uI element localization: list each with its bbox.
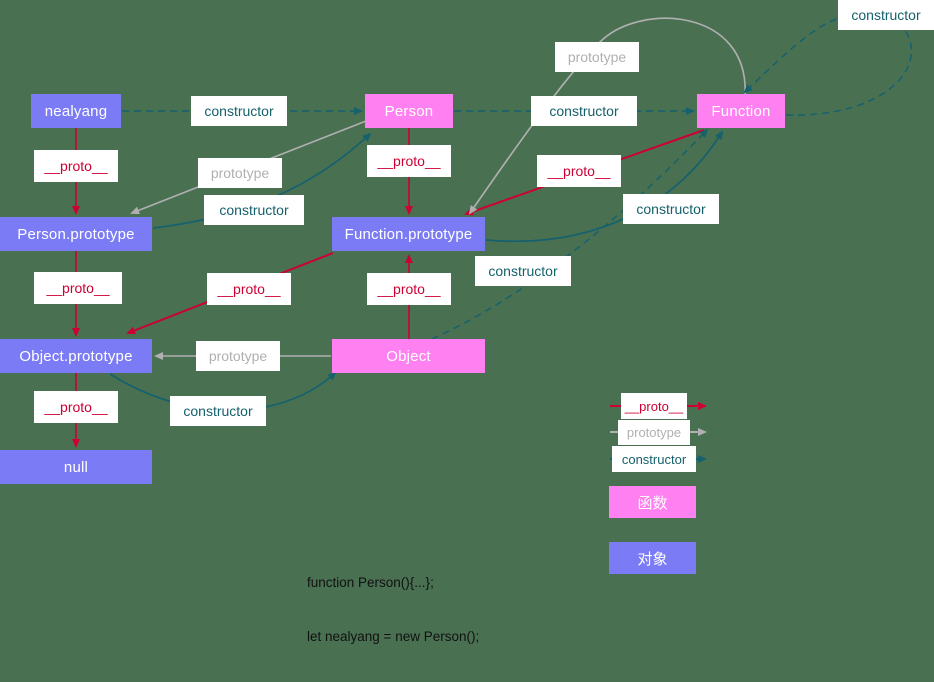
edge-label-constructor: constructor [531,96,637,126]
edge-label-text: constructor [636,201,706,217]
legend-box-object: 对象 [609,542,696,574]
edge-label-text: prototype [208,348,268,364]
edge-label-text: __proto__ [377,281,441,297]
node-object-prototype[interactable]: Object.prototype [0,339,152,373]
legend-label-proto: __proto__ [621,393,687,419]
edge-label-text: prototype [210,165,270,181]
node-label: Object [386,347,431,365]
code-line-2: let nealyang = new Person(); [307,629,480,644]
edge-label-constructor: constructor [475,256,571,286]
node-label: Object.prototype [19,347,133,365]
code-caption: function Person(){...}; let nealyang = n… [307,538,479,682]
edge-label-constructor: constructor [191,96,287,126]
node-label: Person [384,102,434,120]
legend-label-constructor: constructor [612,446,696,472]
edge-label-text: __proto__ [217,281,281,297]
edge-label-prototype: prototype [555,42,639,72]
edge-label-proto: __proto__ [367,273,451,305]
node-label: Function.prototype [344,225,473,243]
edge-label-text: __proto__ [46,280,110,296]
edge-label-proto: __proto__ [367,145,451,177]
edge-label-proto: __proto__ [34,150,118,182]
legend-box-label: 函数 [637,494,668,512]
edge-label-text: constructor [219,202,289,218]
edge-label-constructor: constructor [204,195,304,225]
node-person-prototype[interactable]: Person.prototype [0,217,152,251]
edge-label-proto: __proto__ [207,273,291,305]
node-function-prototype[interactable]: Function.prototype [332,217,485,251]
node-nealyang[interactable]: nealyang [31,94,121,128]
edge-label-constructor: constructor [838,0,934,30]
legend-box-label: 对象 [637,550,668,568]
node-label: nealyang [44,102,108,120]
edge-label-text: prototype [567,49,627,65]
legend-box-function: 函数 [609,486,696,518]
edge-label-text: constructor [183,403,253,419]
node-person[interactable]: Person [365,94,453,128]
node-object[interactable]: Object [332,339,485,373]
edge-label-text: constructor [851,7,921,23]
edge-label-text: constructor [488,263,558,279]
edge-label-text: __proto__ [547,163,611,179]
diagram-edges [72,11,912,463]
edge-label-text: constructor [549,103,619,119]
edge-label-text: __proto__ [377,153,441,169]
edge-label-constructor: constructor [170,396,266,426]
edge-label-prototype: prototype [196,341,280,371]
edge-label-text: __proto__ [44,399,108,415]
edge-label-constructor: constructor [623,194,719,224]
edge-label-text: constructor [204,103,274,119]
legend-label-prototype: prototype [618,420,690,445]
node-function[interactable]: Function [697,94,785,128]
node-label: Person.prototype [17,225,135,243]
diagram-canvas: nealyang Person Function Person.prototyp… [0,0,934,644]
node-null[interactable]: null [0,450,152,484]
edge-label-proto: __proto__ [537,155,621,187]
legend-label-text: __proto__ [624,398,684,414]
node-label: null [63,458,89,476]
code-line-1: function Person(){...}; [307,575,434,590]
edge-label-proto: __proto__ [34,391,118,423]
edge-label-prototype: prototype [198,158,282,188]
legend-label-text: prototype [626,425,682,440]
edge-label-proto: __proto__ [34,272,122,304]
node-label: Function [711,102,771,120]
edge-label-text: __proto__ [44,158,108,174]
legend-label-text: constructor [621,451,687,467]
